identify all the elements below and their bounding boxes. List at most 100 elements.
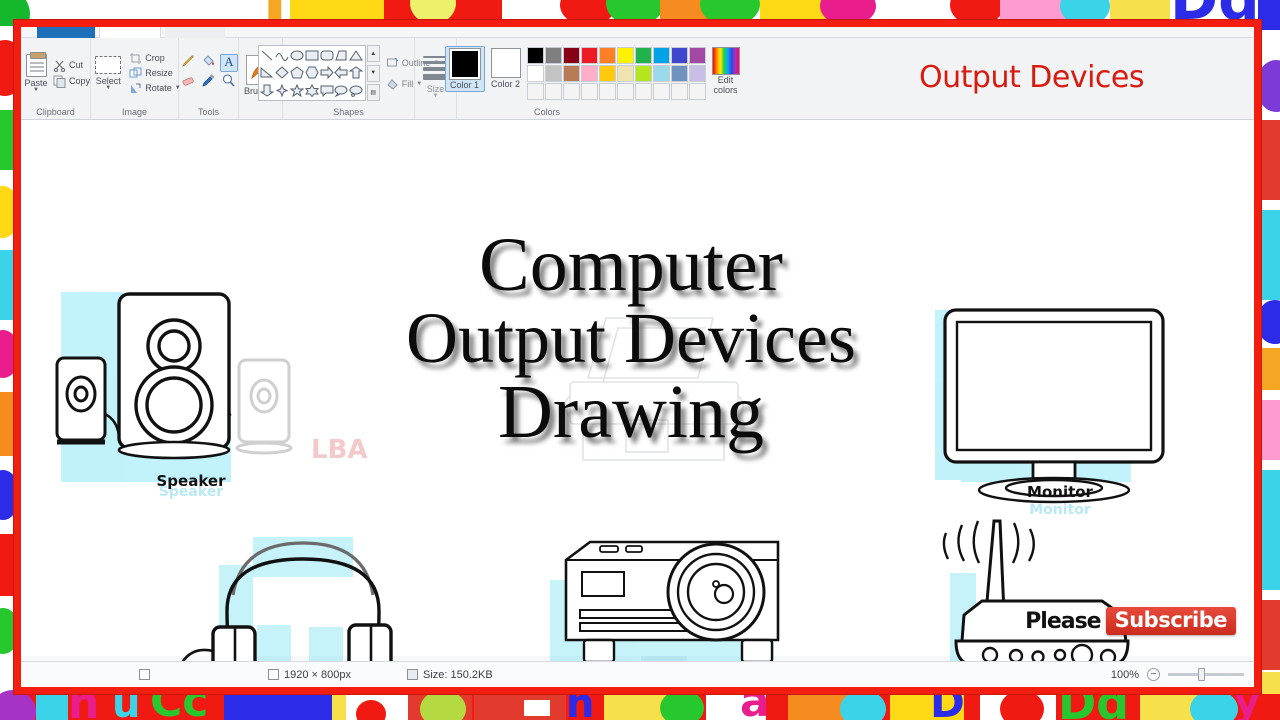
please-label: Please xyxy=(1025,608,1101,634)
palette-swatch[interactable] xyxy=(598,47,616,64)
color1-button[interactable]: Color 1 xyxy=(444,46,485,92)
shapes-scroll-down-button[interactable]: ▼ xyxy=(366,64,380,82)
palette-swatch[interactable] xyxy=(544,83,562,100)
palette-swatch[interactable] xyxy=(688,47,706,64)
palette-swatch[interactable] xyxy=(634,83,652,100)
copy-label: Copy xyxy=(69,76,91,86)
tab-file[interactable] xyxy=(37,27,95,38)
cursor-position-icon xyxy=(139,669,150,680)
tab-view[interactable] xyxy=(165,27,225,38)
paste-button[interactable]: Paste ▼ xyxy=(21,51,51,93)
select-button[interactable]: Select ▼ xyxy=(88,55,128,91)
bg-shape xyxy=(36,692,68,720)
zoom-out-button[interactable]: − xyxy=(1147,668,1160,681)
fill-icon xyxy=(387,79,398,90)
rotate-button[interactable]: Rotate ▼ xyxy=(129,82,181,95)
palette-swatch[interactable] xyxy=(616,83,634,100)
color2-swatch xyxy=(490,48,521,78)
palette-swatch[interactable] xyxy=(580,47,598,64)
color-palette[interactable] xyxy=(526,47,706,100)
palette-swatch[interactable] xyxy=(670,47,688,64)
palette-swatch[interactable] xyxy=(562,83,580,100)
eyedropper-icon xyxy=(201,73,216,93)
chevron-down-icon[interactable]: ▼ xyxy=(105,85,111,91)
palette-swatch[interactable] xyxy=(598,65,616,82)
palette-swatch[interactable] xyxy=(562,65,580,82)
palette-swatch[interactable] xyxy=(634,65,652,82)
tool-pencil[interactable] xyxy=(180,54,198,72)
status-bar: 1920 × 800px Size: 150.2KB 100% − xyxy=(21,661,1254,687)
color2-button[interactable]: Color 2 xyxy=(490,46,521,89)
subscribe-button[interactable]: Subscribe xyxy=(1105,607,1236,635)
shape-rounded-rectangle-icon xyxy=(320,50,334,61)
bg-shape xyxy=(524,700,550,716)
tool-text[interactable]: A xyxy=(219,54,238,72)
chevron-down-icon[interactable]: ▼ xyxy=(433,93,439,99)
shape-cloud-callout-icon xyxy=(349,85,363,97)
paint-window: Paste ▼ Cut Copy Clipboard Select ▼ Crop… xyxy=(21,27,1254,687)
palette-swatch[interactable] xyxy=(544,65,562,82)
output-devices-title: Output Devices xyxy=(919,60,1144,95)
zoom-slider-handle[interactable] xyxy=(1198,668,1205,681)
shape-curve-icon xyxy=(275,53,289,62)
tool-fill[interactable] xyxy=(200,54,218,72)
shape-polygon-icon xyxy=(335,50,347,61)
shapes-expand-button[interactable]: ▤ xyxy=(366,84,380,101)
ribbon-group-clipboard: Paste ▼ Cut Copy Clipboard xyxy=(21,38,91,119)
cut-button[interactable]: Cut xyxy=(53,59,90,72)
shape-left-arrow-icon xyxy=(334,66,348,80)
bg-shape xyxy=(840,690,886,720)
shape-up-arrow-icon xyxy=(349,66,364,79)
shape-four-point-star-icon xyxy=(275,83,289,97)
palette-swatch[interactable] xyxy=(526,65,544,82)
chevron-down-icon[interactable]: ▼ xyxy=(33,87,39,93)
palette-swatch[interactable] xyxy=(688,65,706,82)
outline-icon xyxy=(386,57,399,67)
palette-swatch[interactable] xyxy=(526,47,544,64)
bg-shape xyxy=(1258,348,1280,390)
zoom-slider[interactable] xyxy=(1168,668,1244,681)
paint-bucket-icon xyxy=(201,53,216,73)
palette-swatch[interactable] xyxy=(652,83,670,100)
tool-eraser[interactable] xyxy=(180,74,198,92)
palette-swatch[interactable] xyxy=(670,83,688,100)
copy-button[interactable]: Copy xyxy=(53,75,90,88)
dimensions-value: 1920 × 800px xyxy=(284,668,351,681)
palette-swatch[interactable] xyxy=(526,83,544,100)
palette-swatch[interactable] xyxy=(652,47,670,64)
tool-color-picker[interactable] xyxy=(200,74,218,92)
shapes-scroll-up-button[interactable]: ▲ xyxy=(366,45,380,62)
device-speaker: Speaker Speaker xyxy=(43,262,303,502)
fill-label: Fill xyxy=(401,78,414,89)
tool-magnifier[interactable] xyxy=(220,74,238,92)
crop-icon xyxy=(129,52,142,65)
edit-colors-button[interactable]: Edit colors xyxy=(711,47,740,95)
palette-swatch[interactable] xyxy=(616,47,634,64)
bg-shape xyxy=(1258,400,1280,460)
bg-shape xyxy=(1000,690,1044,720)
resize-label: Resize xyxy=(145,68,173,78)
tab-home[interactable] xyxy=(99,27,161,38)
palette-swatch[interactable] xyxy=(562,47,580,64)
zoom-controls[interactable]: 100% − xyxy=(1111,668,1244,681)
crop-button[interactable]: Crop xyxy=(129,52,180,65)
bg-shape xyxy=(660,690,704,720)
palette-swatch[interactable] xyxy=(580,83,598,100)
palette-swatch[interactable] xyxy=(688,83,706,100)
palette-swatch[interactable] xyxy=(598,83,616,100)
palette-swatch[interactable] xyxy=(544,47,562,64)
group-label-image: Image xyxy=(121,107,147,117)
palette-swatch[interactable] xyxy=(580,65,598,82)
palette-swatch[interactable] xyxy=(616,65,634,82)
bg-shape xyxy=(1258,120,1280,200)
shapes-gallery[interactable] xyxy=(257,45,366,101)
palette-swatch[interactable] xyxy=(652,65,670,82)
subscribe-callout[interactable]: Please Subscribe xyxy=(1025,607,1236,635)
resize-button[interactable]: Resize xyxy=(129,67,180,80)
paint-canvas[interactable]: Computer Output Devices Drawing LBA Spea… xyxy=(21,120,1254,661)
file-size-indicator: Size: 150.2KB xyxy=(406,669,493,681)
palette-swatch[interactable] xyxy=(634,47,652,64)
palette-swatch[interactable] xyxy=(670,65,688,82)
group-label-tools: Tools xyxy=(197,107,219,117)
rainbow-icon xyxy=(711,47,740,75)
